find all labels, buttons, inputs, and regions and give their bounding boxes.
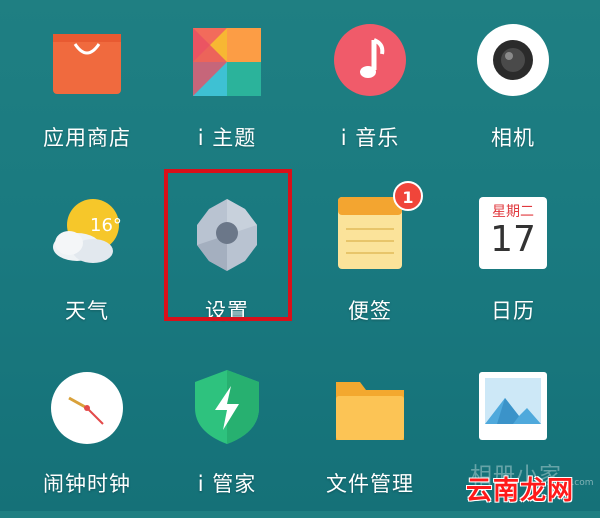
app-camera[interactable]: 相机 [448, 22, 578, 172]
highlight-box [164, 169, 292, 321]
app-label: 文件管理 [326, 472, 414, 496]
folder-icon [330, 368, 410, 448]
home-screen: 应用商店 i 主题 i 音乐 相机 16° 天气 设置 1 便签 星期二 17 … [0, 0, 600, 511]
app-label: 相机 [491, 126, 535, 150]
shopping-bag-icon [47, 22, 127, 102]
notification-badge: 1 [393, 181, 423, 211]
app-notes[interactable]: 1 便签 [305, 181, 435, 345]
app-label: 闹钟时钟 [43, 472, 131, 496]
music-note-icon [330, 22, 410, 102]
app-theme[interactable]: i 主题 [162, 22, 292, 172]
calendar-icon: 星期二 17 [473, 195, 553, 275]
shield-bolt-icon [187, 368, 267, 448]
app-calendar[interactable]: 星期二 17 日历 [448, 195, 578, 345]
gallery-icon [473, 368, 553, 448]
app-label: i 管家 [197, 472, 257, 496]
clock-icon [47, 368, 127, 448]
app-file-manager[interactable]: 文件管理 [305, 368, 435, 518]
calendar-day: 17 [490, 219, 536, 260]
app-weather[interactable]: 16° 天气 [22, 195, 152, 345]
app-label: 便签 [348, 299, 392, 323]
camera-icon [473, 22, 553, 102]
app-label: i 音乐 [340, 126, 400, 150]
app-manager[interactable]: i 管家 [162, 368, 292, 518]
app-clock[interactable]: 闹钟时钟 [22, 368, 152, 518]
app-label: 天气 [65, 299, 109, 323]
app-label: 应用商店 [43, 126, 131, 150]
theme-icon [187, 22, 267, 102]
app-label: 日历 [491, 299, 535, 323]
app-label: i 主题 [197, 126, 257, 150]
weather-temperature: 16° [90, 215, 122, 236]
app-app-store[interactable]: 应用商店 [22, 22, 152, 172]
app-music[interactable]: i 音乐 [305, 22, 435, 172]
watermark: 云南龙网 [466, 476, 575, 506]
calendar-weekday: 星期二 [492, 204, 534, 220]
